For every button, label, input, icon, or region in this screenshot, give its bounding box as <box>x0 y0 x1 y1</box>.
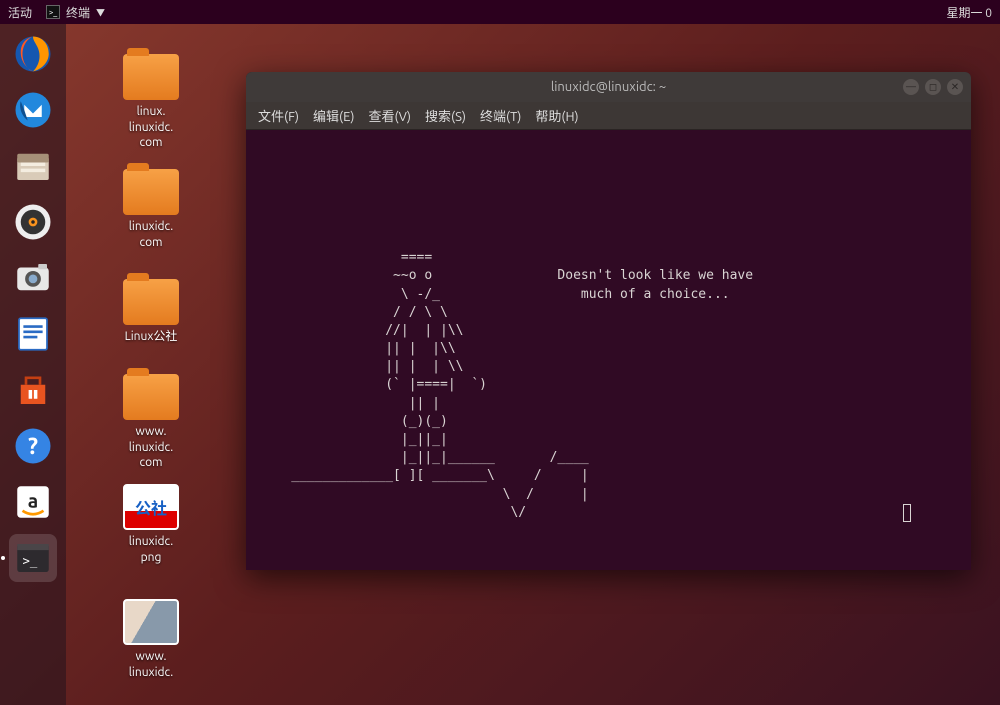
app-menu[interactable]: >_ 终端 ▼ <box>46 4 105 21</box>
image-thumbnail: 公社 <box>123 484 179 530</box>
folder-icon <box>123 54 179 100</box>
activities-button[interactable]: 活动 <box>8 4 32 21</box>
menu-terminal[interactable]: 终端(T) <box>480 106 521 125</box>
dock-files[interactable] <box>9 142 57 190</box>
desktop-icon-2[interactable]: Linux公社 <box>106 279 196 345</box>
desktop-icon-label: Linux公社 <box>106 329 196 345</box>
dock-help[interactable]: ? <box>9 422 57 470</box>
svg-text:?: ? <box>28 434 38 459</box>
terminal-titlebar[interactable]: linuxidc@linuxidc: ~ — ◻ ✕ <box>246 72 971 102</box>
close-button[interactable]: ✕ <box>947 79 963 95</box>
help-icon: ? <box>12 425 54 467</box>
clock[interactable]: 星期一 0 <box>946 4 992 21</box>
folder-icon <box>123 374 179 420</box>
firefox-icon <box>12 33 54 75</box>
desktop-icon-label: linuxidc. png <box>106 534 196 565</box>
minimize-button[interactable]: — <box>903 79 919 95</box>
image-thumbnail <box>123 599 179 645</box>
terminal-icon: >_ <box>12 537 54 579</box>
dock-terminal[interactable]: >_ <box>9 534 57 582</box>
dock-shotwell[interactable] <box>9 254 57 302</box>
menu-search[interactable]: 搜索(S) <box>425 106 466 125</box>
shotwell-icon <box>12 257 54 299</box>
files-icon <box>12 145 54 187</box>
dock: ? a >_ <box>0 24 66 705</box>
chevron-down-icon: ▼ <box>96 6 105 19</box>
terminal-body[interactable]: ==== ~~o o Doesn't look like we have \ -… <box>246 130 971 570</box>
desktop-icon-5[interactable]: www. linuxidc. <box>106 599 196 680</box>
thunderbird-icon <box>12 89 54 131</box>
terminal-icon: >_ <box>46 5 60 19</box>
app-menu-label: 终端 <box>66 4 90 21</box>
desktop-icon-label: www. linuxidc. <box>106 649 196 680</box>
dock-software[interactable] <box>9 366 57 414</box>
desktop-icon-label: linux. linuxidc. com <box>106 104 196 151</box>
top-bar: 活动 >_ 终端 ▼ 星期一 0 <box>0 0 1000 24</box>
maximize-button[interactable]: ◻ <box>925 79 941 95</box>
terminal-menubar: 文件(F) 编辑(E) 查看(V) 搜索(S) 终端(T) 帮助(H) <box>246 102 971 130</box>
dock-thunderbird[interactable] <box>9 86 57 134</box>
desktop-icon-3[interactable]: www. linuxidc. com <box>106 374 196 471</box>
menu-file[interactable]: 文件(F) <box>258 106 299 125</box>
menu-edit[interactable]: 编辑(E) <box>313 106 354 125</box>
dock-amazon[interactable]: a <box>9 478 57 526</box>
folder-icon <box>123 169 179 215</box>
svg-text:a: a <box>28 489 38 511</box>
desktop-icon-4[interactable]: 公社 linuxidc. png <box>106 484 196 565</box>
menu-view[interactable]: 查看(V) <box>369 106 411 125</box>
dock-libreoffice-writer[interactable] <box>9 310 57 358</box>
terminal-output: ==== ~~o o Doesn't look like we have \ -… <box>260 250 753 520</box>
rhythmbox-icon <box>12 201 54 243</box>
terminal-cursor <box>903 504 911 522</box>
terminal-title: linuxidc@linuxidc: ~ <box>551 80 666 94</box>
libreoffice-writer-icon <box>12 313 54 355</box>
menu-help[interactable]: 帮助(H) <box>535 106 578 125</box>
desktop-icon-label: www. linuxidc. com <box>106 424 196 471</box>
desktop-icon-0[interactable]: linux. linuxidc. com <box>106 54 196 151</box>
desktop: linuxidc@linuxidc: ~ — ◻ ✕ 文件(F) 编辑(E) 查… <box>66 24 1000 705</box>
dock-firefox[interactable] <box>9 30 57 78</box>
amazon-icon: a <box>12 481 54 523</box>
software-icon <box>12 369 54 411</box>
dock-rhythmbox[interactable] <box>9 198 57 246</box>
terminal-window: linuxidc@linuxidc: ~ — ◻ ✕ 文件(F) 编辑(E) 查… <box>246 72 971 570</box>
svg-text:>_: >_ <box>23 554 38 568</box>
folder-icon <box>123 279 179 325</box>
desktop-icon-1[interactable]: linuxidc. com <box>106 169 196 250</box>
desktop-icon-label: linuxidc. com <box>106 219 196 250</box>
